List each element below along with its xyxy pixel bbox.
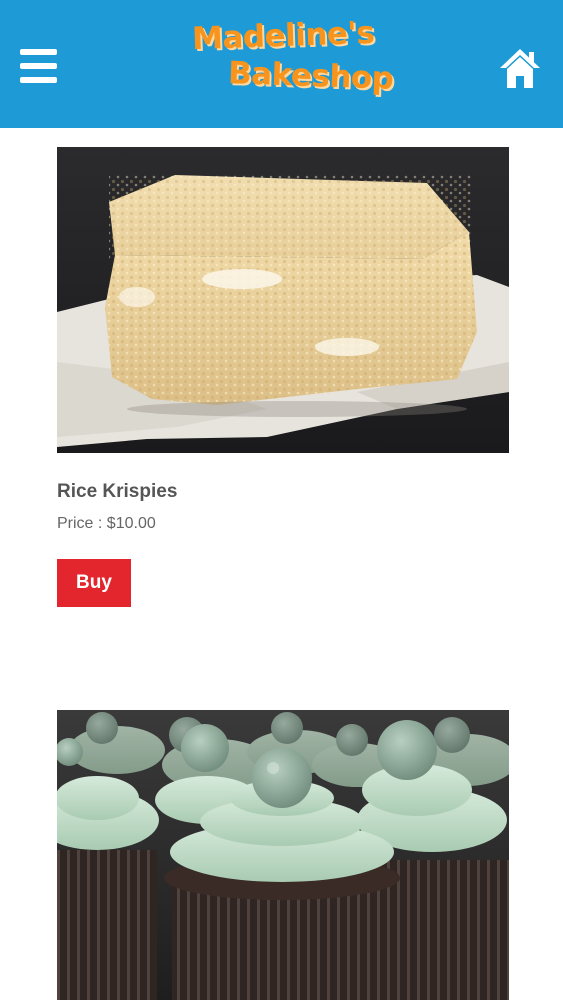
buy-button[interactable]: Buy — [57, 559, 131, 607]
logo-line-1: Madeline's — [191, 14, 375, 58]
rice-krispies-image[interactable] — [57, 147, 509, 453]
product-card: Rice Krispies Price : $10.00 Buy — [57, 147, 509, 617]
price-label: Price : — [57, 515, 107, 532]
bakeshop-logo[interactable]: Madeline's Bakeshop — [186, 14, 394, 110]
menu-bar — [20, 49, 57, 55]
product-card — [57, 710, 509, 1000]
cupcakes-image[interactable] — [57, 710, 509, 1000]
menu-bar — [20, 77, 57, 83]
hamburger-menu-icon[interactable] — [20, 49, 57, 83]
home-icon[interactable] — [498, 46, 542, 90]
product-price: Price : $10.00 — [57, 515, 156, 533]
logo-line-2: Bakeshop — [227, 55, 394, 97]
menu-bar — [20, 63, 57, 69]
app-header: Madeline's Bakeshop — [0, 0, 563, 128]
price-value: $10.00 — [106, 515, 156, 532]
product-name[interactable]: Rice Krispies — [57, 481, 177, 503]
